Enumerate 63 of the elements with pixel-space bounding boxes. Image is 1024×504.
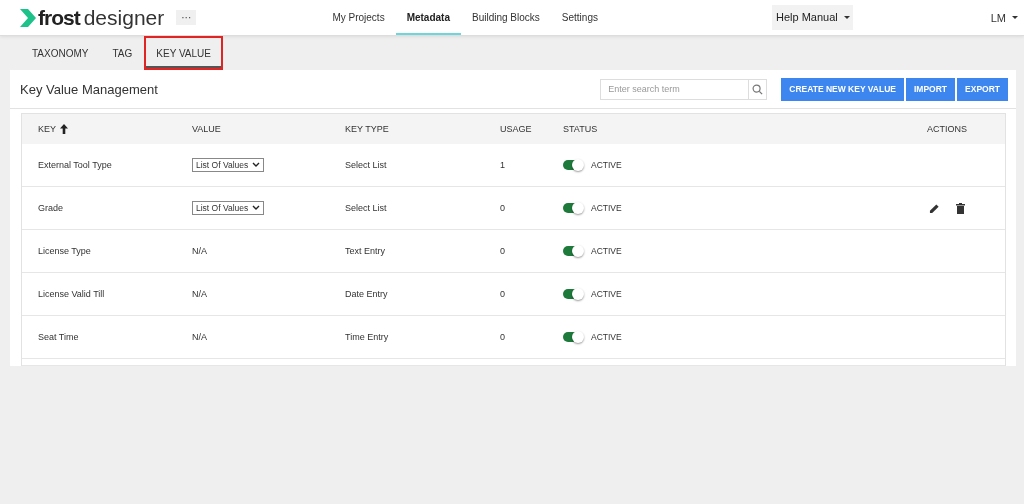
table-cell-text: 0 bbox=[500, 289, 506, 299]
status-toggle[interactable] bbox=[563, 246, 583, 256]
delete-icon[interactable] bbox=[956, 202, 965, 214]
table-cell-text: License Valid Till bbox=[37, 289, 106, 299]
table-cell-text: 0 bbox=[500, 203, 506, 213]
column-header: VALUE bbox=[192, 124, 222, 134]
tab[interactable]: TAG bbox=[100, 36, 145, 70]
status-label: ACTIVE bbox=[591, 203, 622, 213]
action-button[interactable]: CREATE NEW KEY VALUE bbox=[781, 77, 904, 101]
status-toggle[interactable] bbox=[563, 332, 583, 342]
nav-link[interactable]: Building Blocks bbox=[461, 0, 551, 35]
table-cell-text: Date Entry bbox=[345, 289, 389, 299]
column-header: STATUS bbox=[563, 124, 599, 134]
value-dropdown[interactable]: List Of Values bbox=[192, 201, 265, 215]
table-cell-text: 0 bbox=[500, 332, 506, 342]
chevron-down-icon bbox=[252, 162, 261, 168]
sort-arrow-icon bbox=[60, 124, 68, 134]
chevron-down-icon bbox=[252, 205, 261, 211]
more-button[interactable]: ··· bbox=[176, 10, 197, 25]
tab[interactable]: KEY VALUE bbox=[144, 36, 223, 70]
nav-link[interactable]: My Projects bbox=[321, 0, 396, 35]
table-cell-text: Time Entry bbox=[345, 332, 390, 342]
table-cell-text: Grade bbox=[37, 203, 64, 213]
table-cell-text: License Type bbox=[37, 246, 92, 256]
status-toggle[interactable] bbox=[563, 289, 583, 299]
user-menu-button[interactable]: LM bbox=[984, 10, 1024, 25]
table-cell: N/A bbox=[192, 332, 207, 342]
search-button[interactable] bbox=[748, 78, 768, 100]
edit-icon[interactable] bbox=[929, 202, 940, 214]
nav-link[interactable]: Settings bbox=[550, 0, 609, 35]
value-dropdown[interactable]: List Of Values bbox=[192, 158, 265, 172]
column-header[interactable]: KEY bbox=[22, 124, 192, 134]
action-button[interactable]: IMPORT bbox=[906, 77, 956, 101]
status-label: ACTIVE bbox=[591, 289, 622, 299]
table-cell-text: 0 bbox=[500, 246, 506, 256]
column-header: ACTIONS bbox=[926, 124, 968, 134]
tab[interactable]: TAXONOMY bbox=[20, 36, 101, 70]
status-toggle[interactable] bbox=[563, 160, 583, 170]
status-toggle[interactable] bbox=[563, 203, 583, 213]
nav-link[interactable]: Metadata bbox=[395, 0, 461, 35]
caret-icon bbox=[1012, 16, 1018, 19]
table-cell-text: Seat Time bbox=[37, 332, 80, 342]
status-label: ACTIVE bbox=[591, 246, 622, 256]
caret-icon bbox=[843, 15, 850, 19]
column-header: USAGE bbox=[500, 124, 533, 134]
search-field[interactable]: Enter search term bbox=[600, 78, 749, 100]
table-cell-text: 1 bbox=[500, 160, 506, 170]
help-menu-button[interactable]: Help Manual bbox=[771, 5, 853, 30]
status-label: ACTIVE bbox=[591, 160, 622, 170]
column-header: KEY TYPE bbox=[345, 124, 390, 134]
panel-title: Key Value Management bbox=[20, 81, 159, 97]
table-cell-text: External Tool Type bbox=[37, 160, 113, 170]
table-cell-text: Text Entry bbox=[345, 246, 386, 256]
search-icon bbox=[752, 83, 764, 95]
table-cell-text: Select List bbox=[345, 203, 388, 213]
action-button[interactable]: EXPORT bbox=[957, 77, 1008, 101]
logo-text: frost bbox=[38, 5, 80, 30]
table-cell-text: Select List bbox=[345, 160, 388, 170]
table-cell: N/A bbox=[192, 289, 207, 299]
status-label: ACTIVE bbox=[591, 332, 622, 342]
logo-text: designer bbox=[83, 5, 165, 30]
chevron-logo-icon bbox=[19, 7, 37, 28]
table-cell: N/A bbox=[192, 246, 207, 256]
